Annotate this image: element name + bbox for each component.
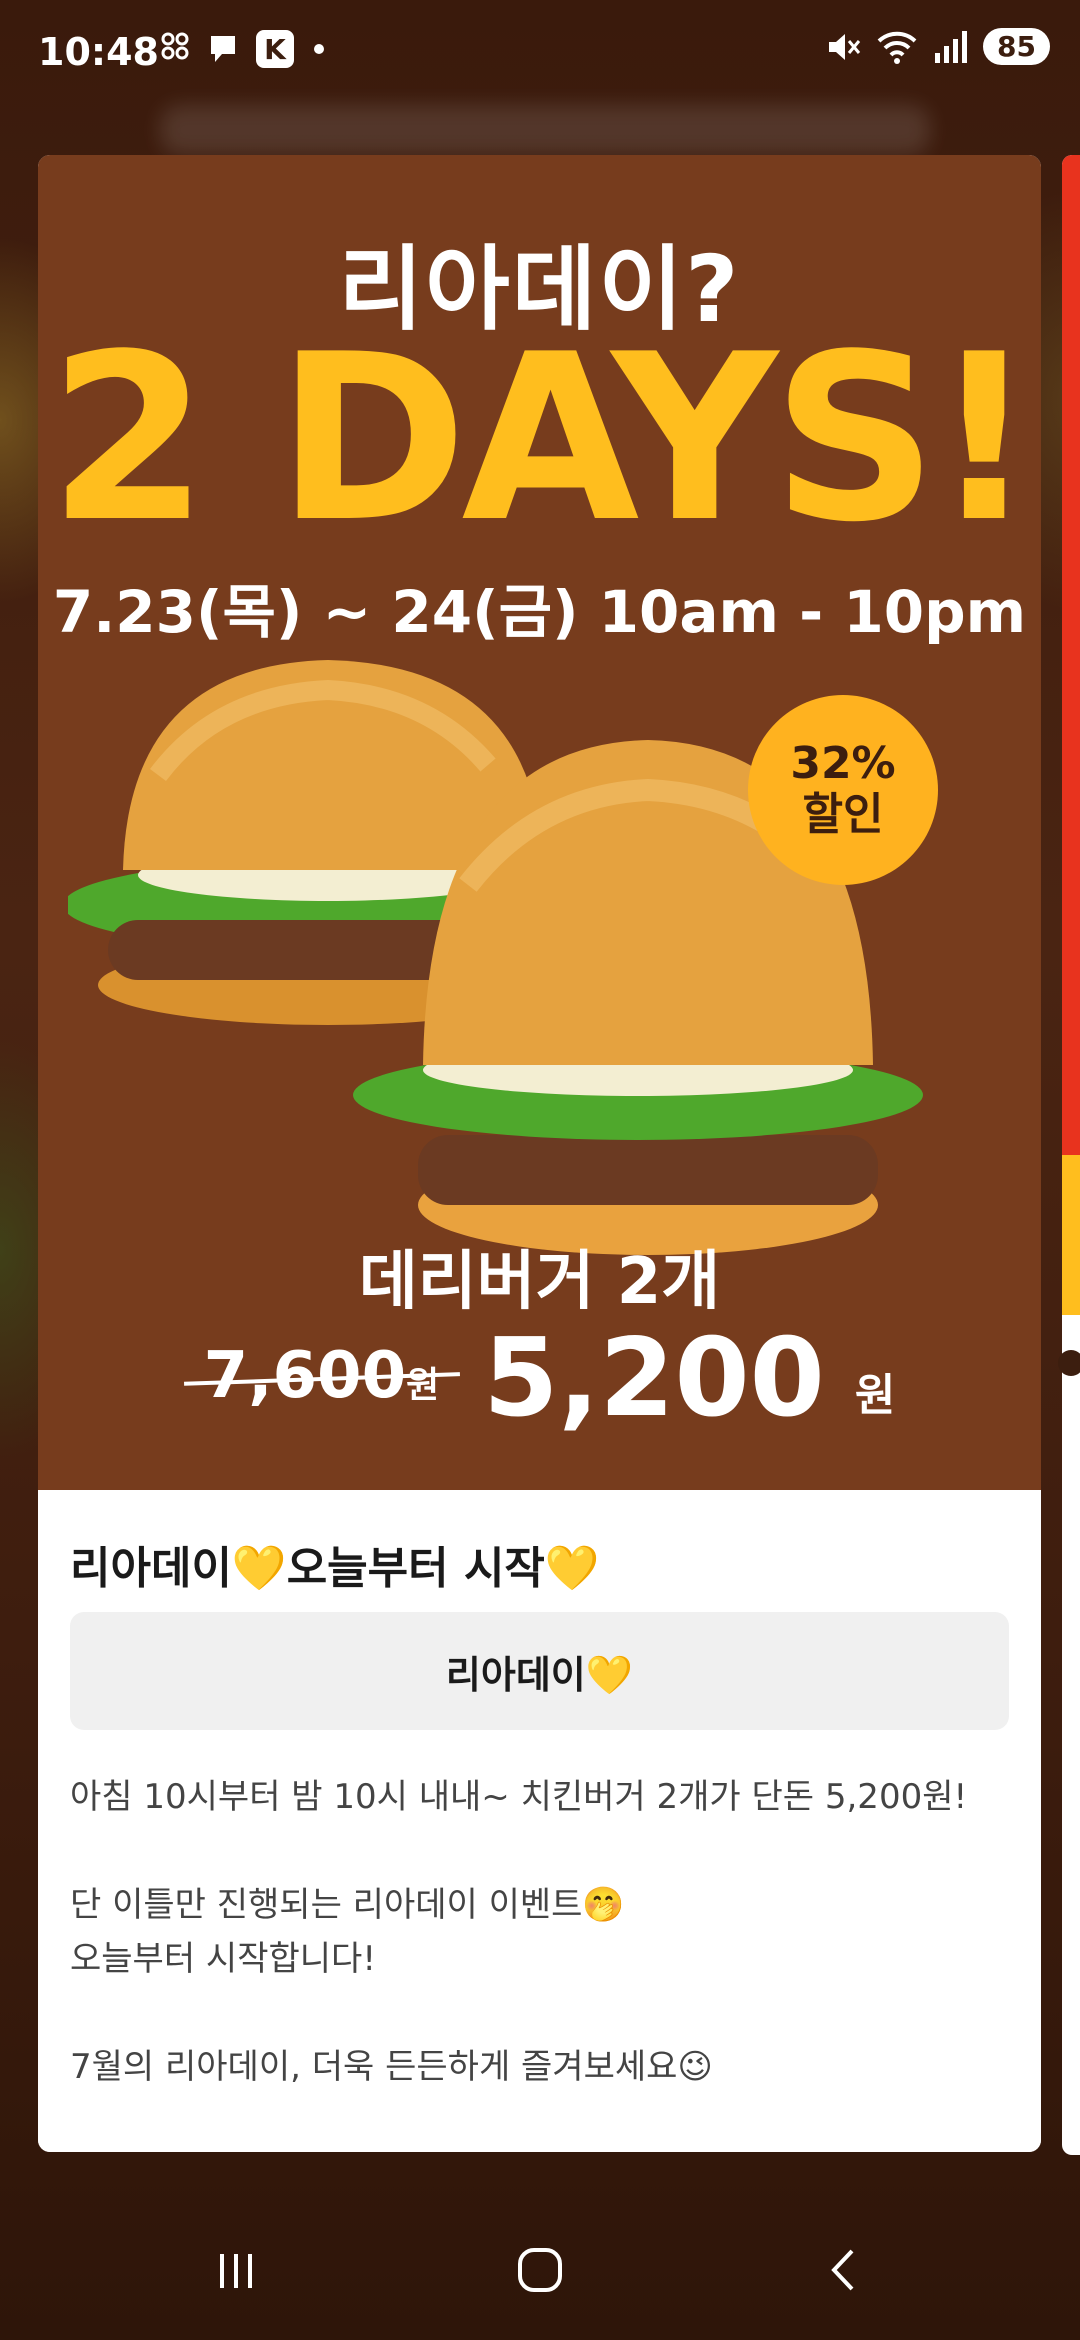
event-post-card[interactable]: 리아데이? 2 DAYS! 7.23(목) ~ 24(금) 10am - 10p… (38, 155, 1041, 2152)
discount-label: 할인 (802, 789, 884, 840)
next-card-peek[interactable] (1062, 155, 1080, 2155)
message-icon (211, 36, 235, 62)
app-grid-icon (161, 32, 189, 60)
back-button[interactable] (764, 2200, 924, 2340)
post-line: 오늘부터 시작합니다! (70, 1939, 376, 1979)
recent-apps-icon (220, 2254, 252, 2288)
navigation-bar (0, 2200, 1080, 2340)
promo-banner: 리아데이? 2 DAYS! 7.23(목) ~ 24(금) 10am - 10p… (38, 155, 1041, 1490)
discount-percent: 32% (790, 738, 896, 790)
sale-price-unit: 원 (854, 1370, 896, 1421)
product-name: 데리버거 2개 (358, 1245, 721, 1319)
blurred-header (160, 105, 930, 155)
original-price: 7,600원 (184, 1339, 460, 1413)
tag-button[interactable]: 리아데이💛 (70, 1612, 1009, 1730)
system-icons: 85 (825, 28, 1050, 65)
sale-price: 5,200 (483, 1316, 825, 1441)
post-title: 리아데이💛오늘부터 시작💛 (70, 1543, 600, 1594)
status-time: 10:48 (38, 30, 159, 74)
price-row: 7,600원 5,200 원 (38, 1325, 1041, 1433)
original-price-value: 7,600 (203, 1339, 407, 1413)
post-content: 리아데이💛오늘부터 시작💛 리아데이💛 아침 10시부터 밤 10시 내내~ 치… (38, 1490, 1041, 2152)
status-bar: 10:48 K 85 (0, 0, 1080, 100)
wifi-icon (877, 31, 917, 64)
banner-days: 2 DAYS! (48, 306, 1036, 573)
home-button[interactable] (460, 2200, 620, 2340)
home-icon (518, 2248, 562, 2292)
original-price-unit: 원 (406, 1365, 440, 1406)
post-line: 7월의 리아데이, 더욱 든든하게 즐겨보세요😉 (70, 2047, 713, 2087)
mute-icon (829, 33, 861, 60)
recent-apps-button[interactable] (156, 2200, 316, 2340)
battery-indicator: 85 (983, 28, 1050, 65)
kakao-icon: K (256, 30, 294, 68)
signal-icon (935, 30, 968, 63)
post-line: 아침 10시부터 밤 10시 내내~ 치킨버거 2개가 단돈 5,200원! (70, 1777, 968, 1817)
dot-icon (314, 44, 324, 54)
discount-badge: 32% 할인 (748, 695, 938, 885)
post-line: 단 이틀만 진행되는 리아데이 이벤트🤭 (70, 1885, 625, 1925)
notification-icons: K (160, 30, 326, 68)
back-icon (831, 2249, 854, 2291)
post-body: 아침 10시부터 밤 10시 내내~ 치킨버거 2개가 단돈 5,200원! 단… (70, 1770, 1010, 2094)
banner-date: 7.23(목) ~ 24(금) 10am - 10pm (52, 578, 1027, 646)
page-indicator-dot (1058, 1350, 1080, 1376)
